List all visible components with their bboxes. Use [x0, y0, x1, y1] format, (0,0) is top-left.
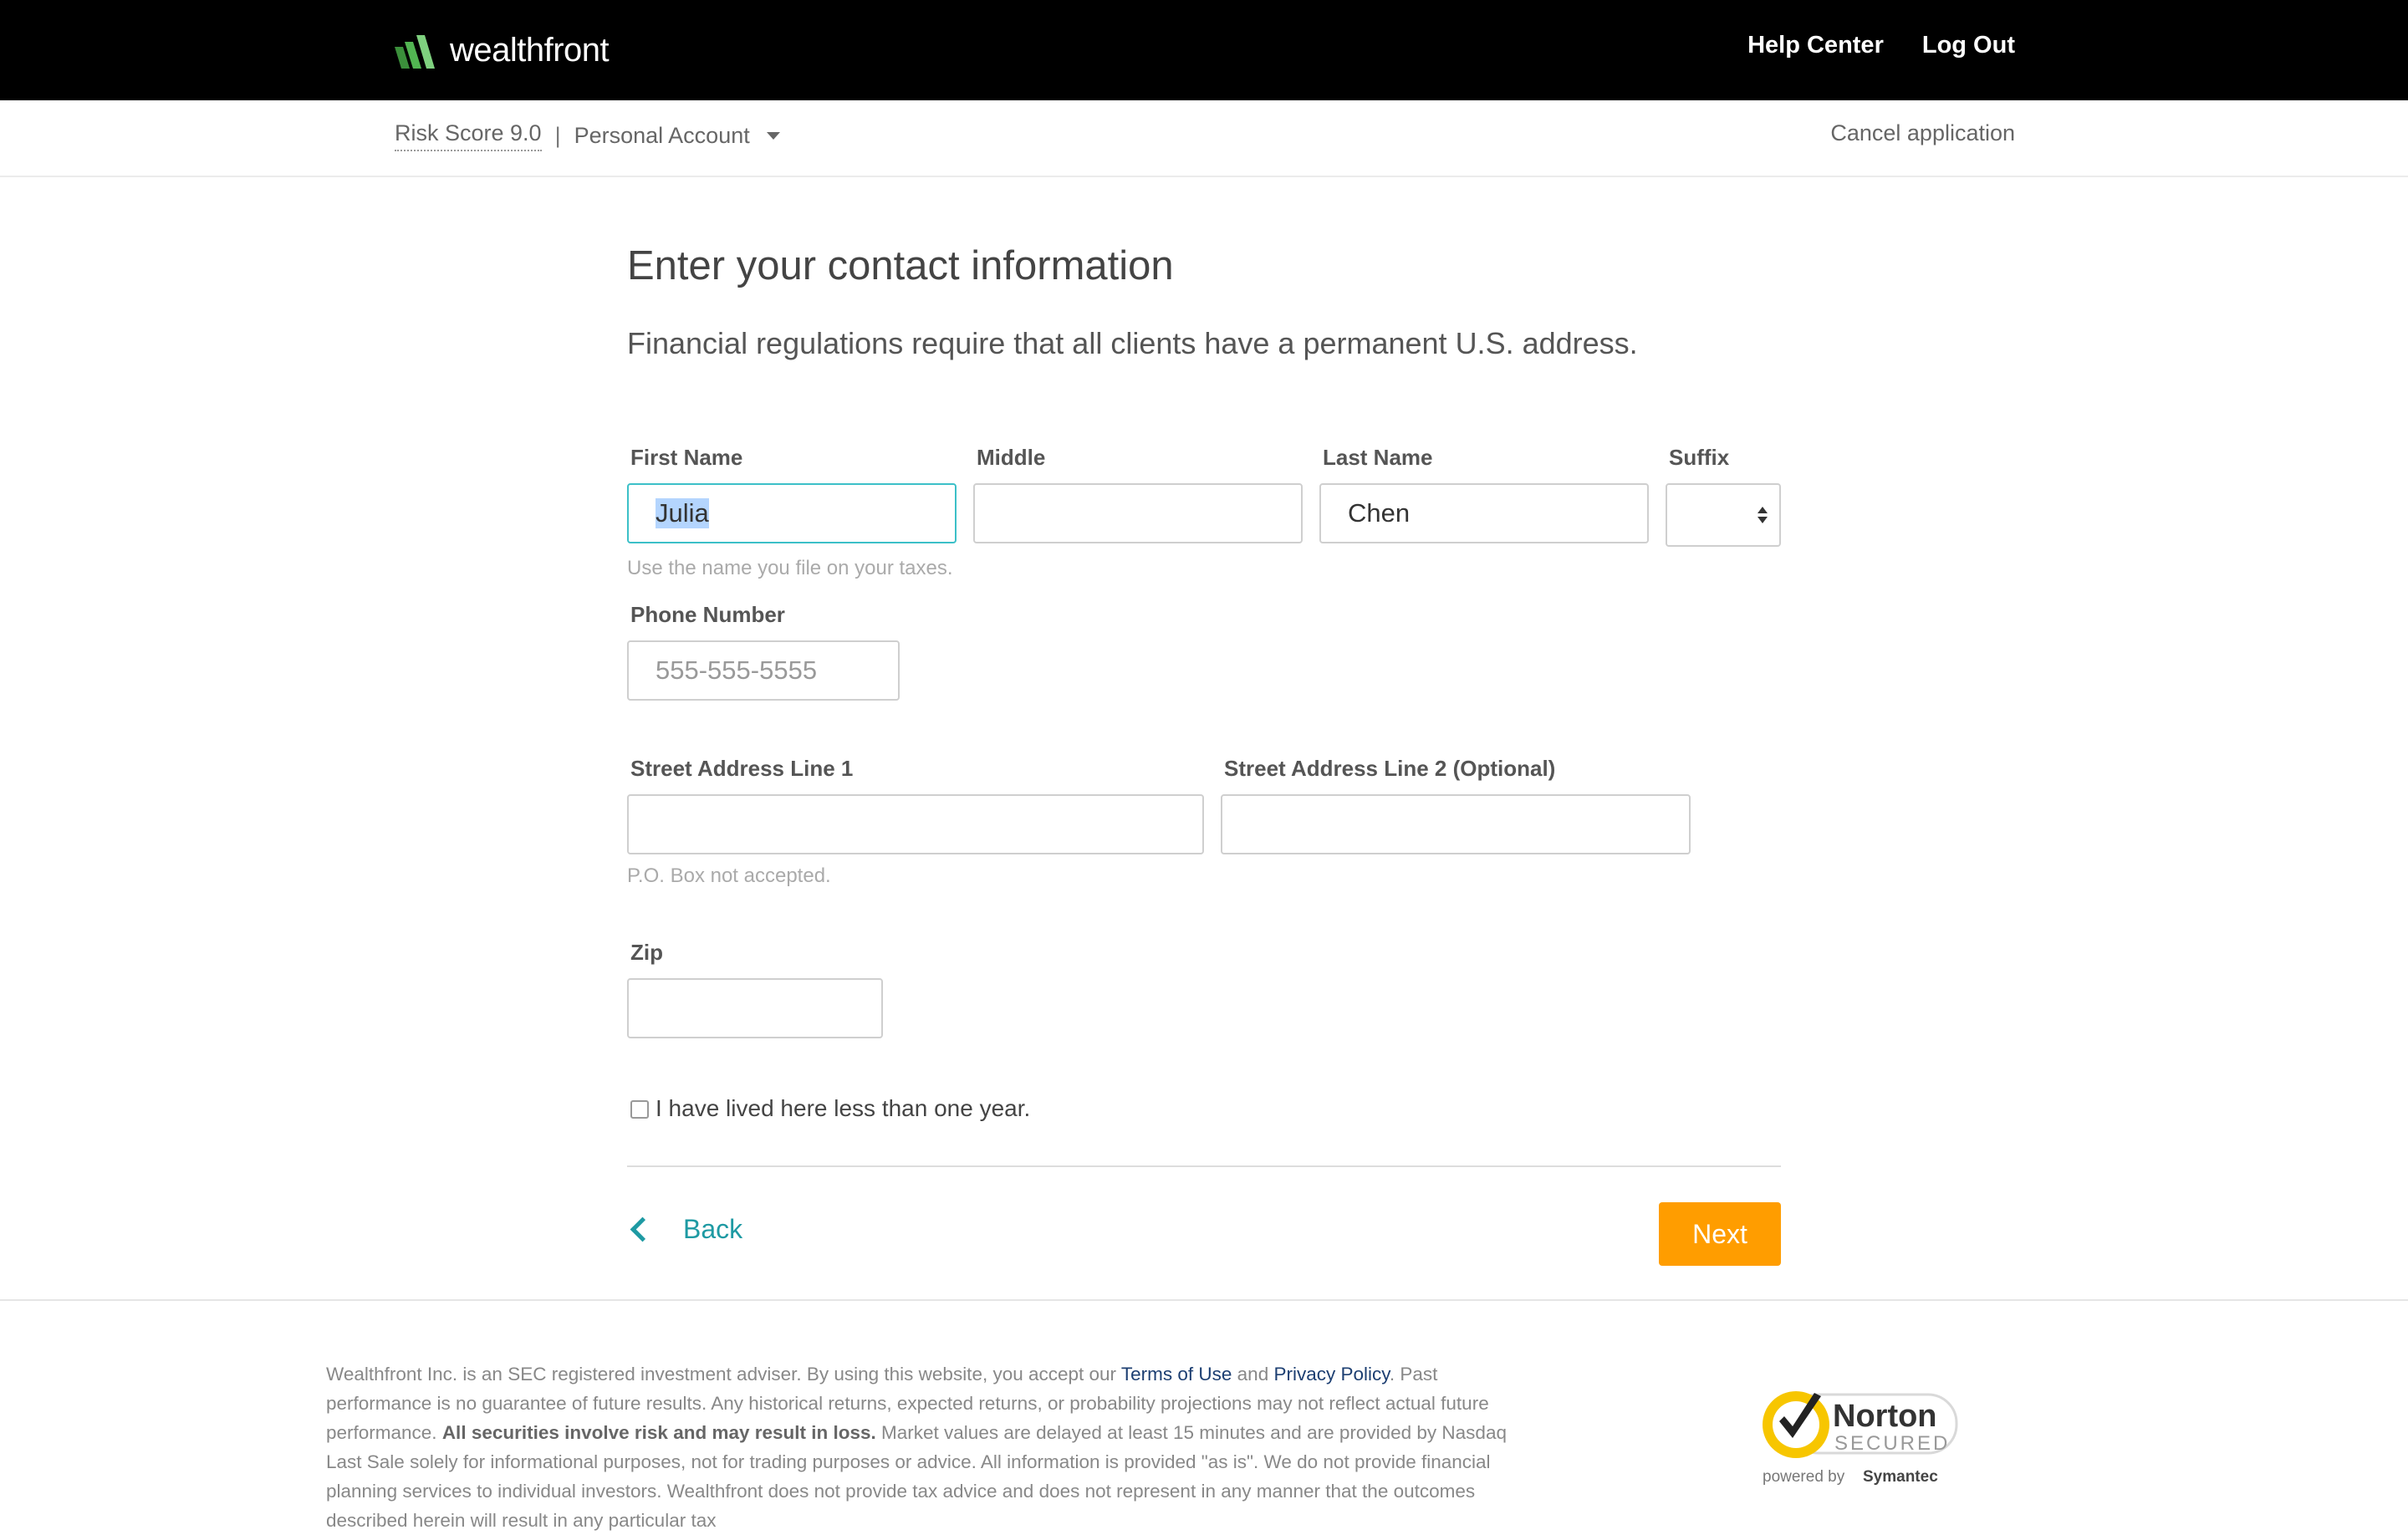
last-name-field[interactable] — [1319, 483, 1649, 543]
norton-secured: SECURED — [1834, 1432, 1950, 1455]
wealthfront-logo-icon — [395, 35, 435, 69]
back-label: Back — [683, 1214, 743, 1244]
log-out-link[interactable]: Log Out — [1922, 32, 2015, 59]
middle-name-label: Middle — [977, 445, 1046, 470]
norton-powered-by: powered by — [1763, 1468, 1845, 1486]
brand-name: wealthfront — [450, 31, 610, 69]
street-address-2-label: Street Address Line 2 (Optional) — [1224, 756, 1556, 781]
street-address-1-label: Street Address Line 1 — [630, 756, 854, 781]
suffix-label: Suffix — [1669, 445, 1730, 470]
subheader-separator: | — [554, 123, 561, 148]
select-arrows-icon — [1758, 507, 1768, 523]
phone-number-field[interactable] — [627, 640, 900, 701]
first-name-field[interactable]: Julia — [627, 483, 957, 543]
wealthfront-logo[interactable]: wealthfront — [395, 27, 610, 74]
terms-of-use-link[interactable]: Terms of Use — [1121, 1364, 1232, 1385]
norton-name: Norton — [1833, 1399, 1937, 1434]
next-button[interactable]: Next — [1659, 1202, 1781, 1266]
footer-disclaimer: Wealthfront Inc. is an SEC registered in… — [326, 1359, 1547, 1535]
page-title: Enter your contact information — [627, 243, 1174, 288]
name-hint: Use the name you file on your taxes. — [627, 557, 953, 579]
risk-score-link[interactable]: Risk Score 9.0 — [395, 120, 542, 151]
page-subtitle: Financial regulations require that all c… — [627, 326, 1638, 360]
norton-secured-badge[interactable]: Norton SECURED powered by Symantec — [1756, 1374, 1965, 1492]
phone-label: Phone Number — [630, 602, 785, 627]
top-navigation-bar: wealthfront Help Center Log Out — [0, 0, 2408, 100]
street-address-hint: P.O. Box not accepted. — [627, 864, 831, 887]
street-address-2-field[interactable] — [1221, 794, 1691, 854]
account-type-label: Personal Account — [574, 123, 750, 148]
zip-label: Zip — [630, 940, 663, 965]
zip-field[interactable] — [627, 978, 883, 1038]
norton-symantec: Symantec — [1863, 1468, 1938, 1486]
middle-name-field[interactable] — [973, 483, 1303, 543]
footer-divider — [0, 1299, 2408, 1301]
last-name-label: Last Name — [1323, 445, 1433, 470]
street-address-1-field[interactable] — [627, 794, 1204, 854]
norton-check-icon: Norton SECURED powered by Symantec — [1763, 1391, 1958, 1486]
first-name-value: Julia — [656, 498, 709, 528]
account-context: Risk Score 9.0 | Personal Account — [395, 120, 780, 151]
account-type-dropdown[interactable]: Personal Account — [574, 123, 780, 149]
disclaimer-bold: All securities involve risk and may resu… — [441, 1422, 876, 1443]
chevron-left-icon — [630, 1216, 656, 1242]
cancel-application-link[interactable]: Cancel application — [1830, 120, 2015, 146]
back-button[interactable]: Back — [627, 1214, 742, 1245]
top-nav: Help Center Log Out — [1747, 32, 2015, 59]
disclaimer-and: and — [1232, 1364, 1274, 1385]
lived-less-than-year-label[interactable]: I have lived here less than one year. — [656, 1095, 1030, 1122]
application-subheader: Risk Score 9.0 | Personal Account Cancel… — [0, 100, 2408, 177]
help-center-link[interactable]: Help Center — [1747, 32, 1884, 59]
first-name-label: First Name — [630, 445, 743, 470]
chevron-down-icon — [766, 132, 780, 140]
form-divider — [627, 1165, 1781, 1167]
suffix-select[interactable] — [1666, 483, 1781, 547]
privacy-policy-link[interactable]: Privacy Policy — [1273, 1364, 1389, 1385]
disclaimer-text-1: Wealthfront Inc. is an SEC registered in… — [326, 1364, 1121, 1385]
lived-less-than-year-checkbox[interactable] — [630, 1100, 649, 1119]
